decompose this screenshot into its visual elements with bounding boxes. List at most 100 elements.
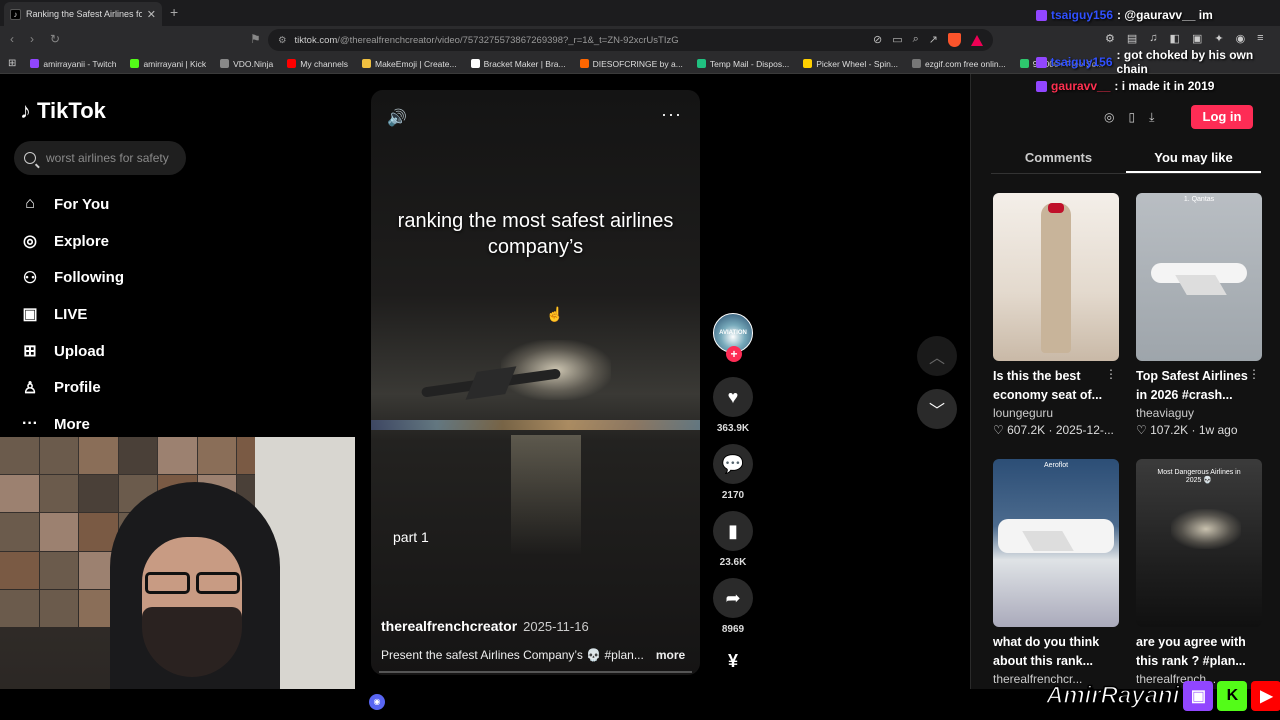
video-thumbnail[interactable]: Most Dangerous Airlines in 2025 💀: [1136, 459, 1262, 627]
bookmark-item[interactable]: DIESOFCRINGE by a...: [579, 59, 683, 69]
url-path: /@therealfrenchcreator/video/75732755738…: [337, 34, 679, 46]
streamer-banner: AmirRayani ▣ K ▶: [1045, 680, 1280, 712]
more-icon: ···: [22, 415, 38, 433]
previous-video-button[interactable]: ︿: [917, 336, 957, 376]
card-title: what do you think about this rank...: [993, 635, 1100, 668]
creator-avatar[interactable]: AVIATION +: [713, 313, 753, 362]
brave-shield-icon[interactable]: [948, 33, 961, 47]
chat-message: tsaiguy156: got choked by his own chain: [1036, 48, 1280, 76]
tab-comments[interactable]: Comments: [991, 144, 1126, 173]
discord-icon[interactable]: ◉: [369, 694, 385, 710]
chat-badge-icon: [1036, 9, 1047, 21]
like-count: 363.9K: [716, 423, 750, 434]
sidebar-item-following[interactable]: ⚇ Following: [20, 259, 124, 296]
more-options-icon[interactable]: ···: [661, 104, 682, 125]
share-icon[interactable]: ↗: [929, 33, 938, 47]
sidebar-item-live[interactable]: ▣ LIVE: [20, 296, 124, 333]
close-tab-icon[interactable]: ✕: [147, 8, 156, 21]
like-action[interactable]: ♥ 363.9K: [713, 377, 753, 434]
reload-icon[interactable]: ↻: [50, 32, 60, 46]
save-action[interactable]: ▮ 23.6K: [713, 511, 753, 568]
airplane-image: [998, 519, 1114, 553]
video-thumbnail[interactable]: [993, 193, 1119, 361]
bookmark-favicon-icon: [470, 59, 480, 68]
profile-icon: ♙: [22, 379, 38, 397]
video-thumbnail[interactable]: 1. Qantas: [1136, 193, 1262, 361]
card-title: Is this the best economy seat of...: [993, 369, 1103, 402]
cast-icon[interactable]: ▭: [892, 33, 902, 47]
bookmark-item[interactable]: Temp Mail - Dispos...: [696, 59, 789, 69]
share-count: 8969: [721, 624, 745, 635]
sidebar-item-upload[interactable]: ⊞ Upload: [20, 333, 124, 370]
volume-icon[interactable]: 🔊: [387, 108, 407, 128]
bookmark-item[interactable]: VDO.Ninja: [220, 59, 273, 69]
video-description: Present the safest Airlines Company’s 💀 …: [381, 648, 686, 662]
capcut-icon[interactable]: ¥: [728, 651, 738, 672]
bookmark-item[interactable]: amirrayani | Kick: [130, 59, 206, 69]
card-options-icon[interactable]: ⋮: [1105, 367, 1117, 381]
panel-tabs: Comments You may like: [991, 144, 1261, 174]
follow-plus-icon[interactable]: +: [726, 346, 742, 362]
card-options-icon[interactable]: ⋮: [1248, 367, 1260, 381]
bookmark-item[interactable]: ezgif.com free onlin...: [911, 59, 1006, 69]
browser-tab[interactable]: ♪ Ranking the Safest Airlines fo ✕: [4, 2, 162, 26]
runway-reflection: [511, 435, 581, 555]
streamer-glasses: [145, 572, 240, 594]
video-caption: ranking the most safest airlines company…: [397, 210, 674, 258]
more-link[interactable]: more: [656, 648, 685, 662]
share-action[interactable]: ➦ 8969: [713, 578, 753, 635]
recommended-video-card[interactable]: ⋮ Is this the best economy seat of... lo…: [993, 193, 1119, 437]
tab-you-may-like[interactable]: You may like: [1126, 144, 1261, 173]
translate-icon[interactable]: ⊘: [873, 33, 882, 47]
bookmark-favicon-icon: [220, 59, 230, 68]
bookmark-item[interactable]: Bracket Maker | Bra...: [470, 59, 566, 69]
sidebar-item-profile[interactable]: ♙ Profile: [20, 369, 124, 406]
bookmark-item[interactable]: MakeEmoji | Create...: [362, 59, 457, 69]
chat-message: tsaiguy156: @gauravv__ im: [1036, 8, 1280, 22]
chat-badge-icon: [1036, 56, 1047, 68]
back-icon[interactable]: ‹: [10, 32, 14, 46]
save-count: 23.6K: [719, 557, 747, 568]
recommended-video-card[interactable]: Aeroflot what do you think about this ra…: [993, 459, 1119, 686]
video-thumbnail[interactable]: Aeroflot: [993, 459, 1119, 627]
search-input[interactable]: worst airlines for safety: [14, 141, 186, 175]
tiktok-logo[interactable]: ♪ TikTok: [20, 98, 106, 124]
download-icon[interactable]: ⤓: [1149, 110, 1154, 125]
youtube-icon: ▶: [1251, 681, 1280, 711]
zoom-icon[interactable]: ⌕: [913, 33, 919, 47]
part-label: part 1: [393, 529, 429, 545]
device-icon[interactable]: ▯: [1128, 110, 1135, 125]
url-field[interactable]: ⚙ tiktok.com/@therealfrenchcreator/video…: [268, 29, 993, 51]
recommended-video-card[interactable]: Most Dangerous Airlines in 2025 💀 are yo…: [1136, 459, 1262, 686]
bookmark-icon[interactable]: ⚑: [250, 32, 261, 46]
forward-icon[interactable]: ›: [30, 32, 34, 46]
bookmark-favicon-icon: [30, 59, 40, 68]
next-video-button[interactable]: ﹀: [917, 389, 957, 429]
hand-cursor-icon: ☝: [546, 306, 564, 322]
comment-icon: 💬: [713, 444, 753, 484]
search-placeholder: worst airlines for safety: [46, 151, 169, 165]
sidebar-item-for-you[interactable]: ⌂ For You: [20, 186, 124, 223]
heart-outline-icon: ♡: [1136, 423, 1147, 437]
login-button[interactable]: Log in: [1191, 105, 1253, 129]
video-progress-bar[interactable]: [379, 671, 692, 673]
runway-glow: [1171, 509, 1241, 549]
bookmark-item[interactable]: My channels: [287, 59, 348, 69]
sidebar-item-explore[interactable]: ◎ Explore: [20, 223, 124, 260]
airplane-image: [1151, 263, 1247, 283]
coin-icon[interactable]: ◎: [1104, 110, 1114, 125]
video-player[interactable]: 🔊 ··· ranking the most safest airlines c…: [371, 90, 700, 675]
card-meta: ♡ 607.2K · 2025-12-...: [993, 423, 1114, 437]
brave-rewards-icon[interactable]: [971, 35, 983, 46]
apps-grid-icon[interactable]: ⊞: [8, 58, 16, 69]
video-author[interactable]: therealfrenchcreator 2025-11-16: [381, 618, 589, 634]
new-tab-button[interactable]: +: [170, 4, 178, 20]
card-user[interactable]: theaviaguy: [1136, 406, 1262, 420]
comment-action[interactable]: 💬 2170: [713, 444, 753, 501]
card-title: are you agree with this rank ? #plan...: [1136, 635, 1246, 668]
bookmark-item[interactable]: amirrayanii - Twitch: [30, 59, 116, 69]
bookmark-item[interactable]: Picker Wheel - Spin...: [803, 59, 898, 69]
site-info-icon[interactable]: ⚙: [278, 35, 287, 46]
recommended-video-card[interactable]: 1. Qantas ⋮ Top Safest Airlines in 2026 …: [1136, 193, 1262, 437]
card-user[interactable]: loungeguru: [993, 406, 1119, 420]
